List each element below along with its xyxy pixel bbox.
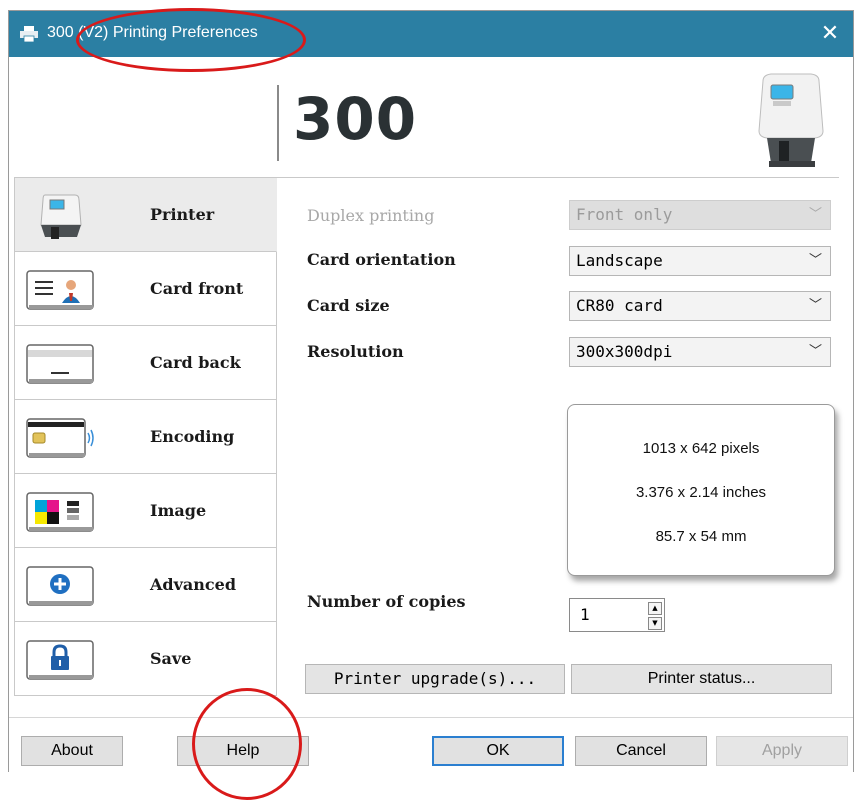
sidebar-item-label: Card back (150, 353, 241, 372)
dimension-inches: 3.376 x 2.14 inches (635, 484, 767, 501)
cancel-button[interactable]: Cancel (575, 736, 707, 766)
apply-button[interactable]: Apply (716, 736, 848, 766)
duplex-printing-value: Front only (576, 205, 673, 224)
printer-upgrade-button[interactable]: Printer upgrade(s)... (305, 664, 565, 694)
sidebar-item-encoding[interactable]: Encoding (14, 400, 277, 474)
close-button[interactable]: ✕ (817, 20, 843, 46)
card-dimensions-preview: 1013 x 642 pixels 3.376 x 2.14 inches 85… (567, 404, 835, 576)
about-button[interactable]: About (21, 736, 123, 766)
card-size-value: CR80 card (576, 296, 663, 315)
sidebar-item-image[interactable]: Image (14, 474, 277, 548)
card-front-icon (26, 270, 94, 310)
stepper-arrows: ▲ ▼ (648, 602, 662, 630)
chevron-down-icon: ﹀ (808, 253, 822, 268)
stepper-up-icon[interactable]: ▲ (648, 602, 662, 615)
dimension-mm: 85.7 x 54 mm (655, 528, 747, 545)
copies-value: 1 (580, 605, 590, 624)
sidebar-item-label: Encoding (150, 427, 235, 446)
printing-preferences-window: 300 (V2) Printing Preferences ✕ 300 Prin… (8, 10, 854, 774)
card-orientation-select[interactable]: Landscape ﹀ (569, 246, 831, 276)
sidebar-item-printer[interactable]: Printer (14, 178, 277, 252)
sidebar-item-label: Advanced (150, 575, 237, 594)
sidebar-item-label: Save (150, 649, 192, 668)
duplex-printing-select[interactable]: Front only ﹀ (569, 200, 831, 230)
printer-icon (40, 194, 82, 239)
sidebar-item-card-back[interactable]: Card back (14, 326, 277, 400)
number-of-copies-label: Number of copies (307, 592, 466, 611)
resolution-label: Resolution (307, 342, 404, 361)
header-banner: 300 (9, 57, 853, 177)
printer-image (758, 73, 824, 167)
image-icon (26, 492, 94, 532)
chevron-down-icon: ﹀ (808, 298, 822, 313)
sidebar-item-card-front[interactable]: Card front (14, 252, 277, 326)
printer-model-logo: 300 (293, 85, 418, 153)
chevron-down-icon: ﹀ (808, 344, 822, 359)
card-back-icon (26, 344, 94, 384)
printer-settings-panel: Duplex printing Front only ﹀ Card orient… (279, 177, 839, 708)
encoding-icon (26, 418, 94, 458)
header-divider (277, 85, 279, 161)
lock-icon (26, 640, 94, 680)
window-title: 300 (V2) Printing Preferences (47, 24, 258, 41)
card-size-select[interactable]: CR80 card ﹀ (569, 291, 831, 321)
sidebar-item-save[interactable]: Save (14, 622, 277, 696)
title-bar: 300 (V2) Printing Preferences ✕ (9, 11, 853, 57)
copies-stepper[interactable]: 1 ▲ ▼ (569, 598, 665, 632)
dimension-pixels: 1013 x 642 pixels (642, 440, 760, 457)
resolution-value: 300x300dpi (576, 342, 673, 361)
printer-icon (20, 26, 38, 43)
chevron-down-icon: ﹀ (808, 207, 822, 222)
advanced-plus-icon (26, 566, 94, 606)
sidebar-item-label: Image (150, 501, 207, 520)
printer-status-button[interactable]: Printer status... (571, 664, 832, 694)
stepper-down-icon[interactable]: ▼ (648, 617, 662, 630)
sidebar-nav: Printer Card front Card back Encoding Im… (14, 177, 279, 708)
duplex-printing-label: Duplex printing (307, 206, 435, 225)
dialog-footer: About Help OK Cancel Apply (9, 717, 853, 774)
help-button[interactable]: Help (177, 736, 309, 766)
sidebar-item-label: Printer (150, 205, 215, 224)
sidebar-item-label: Card front (150, 279, 244, 298)
resolution-select[interactable]: 300x300dpi ﹀ (569, 337, 831, 367)
sidebar-item-advanced[interactable]: Advanced (14, 548, 277, 622)
card-orientation-value: Landscape (576, 251, 663, 270)
card-orientation-label: Card orientation (307, 250, 456, 269)
card-size-label: Card size (307, 296, 390, 315)
ok-button[interactable]: OK (432, 736, 564, 766)
